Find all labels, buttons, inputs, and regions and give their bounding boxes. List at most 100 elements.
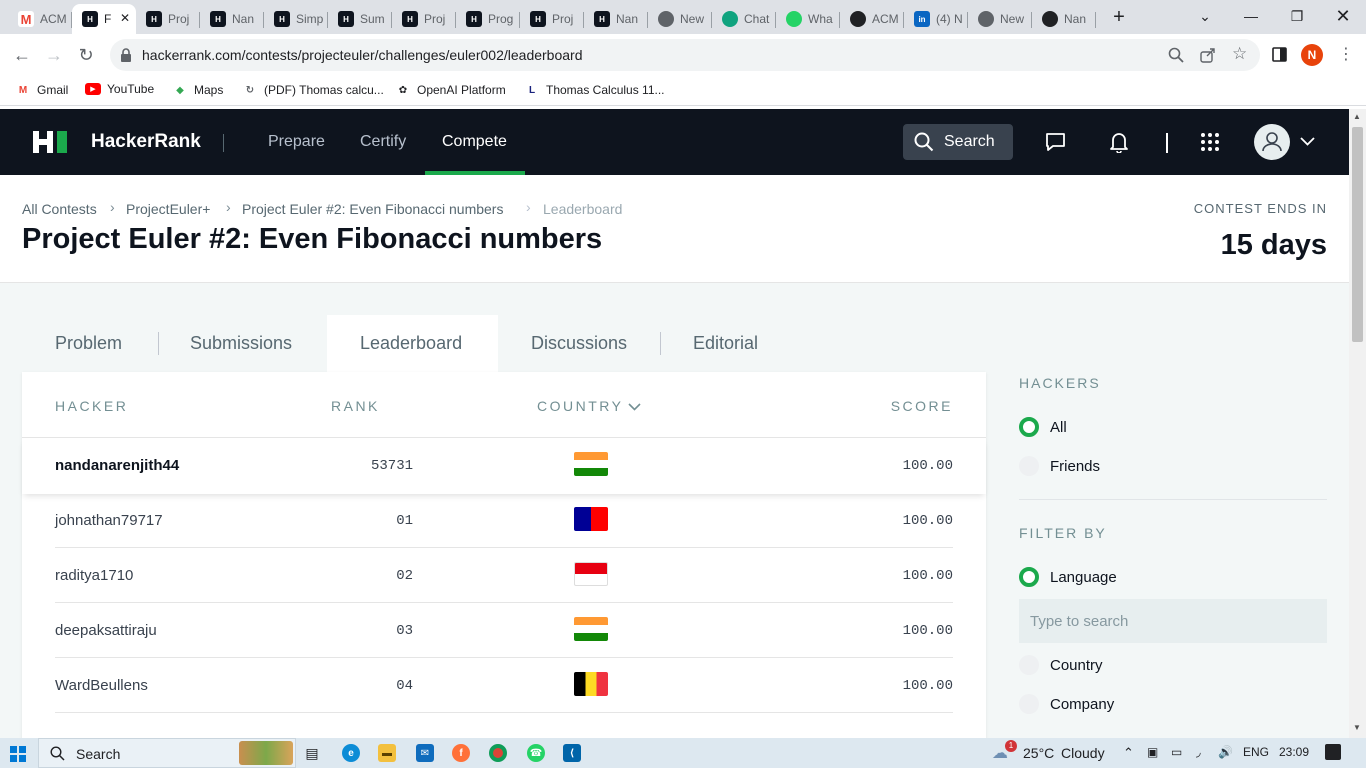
scrollbar-thumb[interactable] xyxy=(1352,127,1363,342)
weather-temperature[interactable]: 25°C xyxy=(1023,745,1054,761)
radio-country[interactable] xyxy=(1019,655,1039,675)
hacker-name-link[interactable]: deepaksattiraju xyxy=(55,622,157,639)
apps-grid-icon[interactable] xyxy=(1200,132,1220,152)
browser-tab[interactable]: Nan xyxy=(584,4,648,34)
vscode-icon[interactable]: ⟨ xyxy=(563,744,581,762)
tab-discussions[interactable]: Discussions xyxy=(531,333,627,354)
address-bar[interactable]: hackerrank.com/contests/projecteuler/cha… xyxy=(110,39,1260,71)
browser-tab[interactable]: New xyxy=(648,4,712,34)
browser-tab[interactable]: ACM xyxy=(840,4,904,34)
tab-submissions[interactable]: Submissions xyxy=(190,333,292,354)
mail-icon[interactable]: ✉ xyxy=(416,744,434,762)
browser-tab[interactable]: Proj xyxy=(392,4,456,34)
radio-all[interactable] xyxy=(1019,417,1039,437)
browser-tab[interactable]: Nan xyxy=(1032,4,1096,34)
search-button[interactable]: Search xyxy=(903,124,1013,160)
breadcrumb-projecteuler[interactable]: ProjectEuler+ xyxy=(126,201,210,217)
back-button[interactable]: ← xyxy=(8,41,36,69)
hacker-name-link[interactable]: johnathan79717 xyxy=(55,512,163,529)
browser-tab[interactable]: Sum xyxy=(328,4,392,34)
radio-friends-label[interactable]: Friends xyxy=(1050,458,1100,475)
chrome-icon[interactable] xyxy=(489,744,507,762)
scroll-down-arrow-icon[interactable]: ▼ xyxy=(1353,723,1361,732)
nav-prepare[interactable]: Prepare xyxy=(268,133,325,151)
browser-tab[interactable]: New xyxy=(968,4,1032,34)
url-text[interactable]: hackerrank.com/contests/projecteuler/cha… xyxy=(142,47,582,63)
browser-tab[interactable]: M ACM xyxy=(8,4,72,34)
hacker-name-link[interactable]: nandanarenjith44 xyxy=(55,457,179,474)
browser-tab[interactable]: Nan xyxy=(200,4,264,34)
user-menu-chevron-icon[interactable] xyxy=(1300,137,1315,146)
close-window-button[interactable]: ✕ xyxy=(1320,0,1366,32)
forward-button[interactable]: → xyxy=(40,41,68,69)
bookmark-openai[interactable]: ✿ OpenAI Platform xyxy=(395,82,506,98)
notifications-bell-icon[interactable] xyxy=(1109,131,1129,153)
browser-tab[interactable]: Chat xyxy=(712,4,776,34)
radio-all-label[interactable]: All xyxy=(1050,419,1067,436)
column-header-country[interactable]: COUNTRY xyxy=(537,398,641,414)
radio-company[interactable] xyxy=(1019,694,1039,714)
meet-now-icon[interactable]: ▣ xyxy=(1147,745,1158,759)
bookmark-thomas-calculus[interactable]: L Thomas Calculus 11... xyxy=(524,82,665,98)
lock-icon[interactable] xyxy=(120,48,132,62)
browser-tab[interactable]: F✕ xyxy=(72,4,136,34)
browser-tab[interactable]: Simp xyxy=(264,4,328,34)
input-language[interactable]: ENG xyxy=(1243,745,1269,759)
radio-language[interactable] xyxy=(1019,567,1039,587)
tab-editorial[interactable]: Editorial xyxy=(693,333,758,354)
browser-tab[interactable]: Proj xyxy=(136,4,200,34)
profile-avatar[interactable]: N xyxy=(1301,44,1323,66)
bookmark-youtube[interactable]: ▶ YouTube xyxy=(85,82,154,96)
tab-leaderboard[interactable]: Leaderboard xyxy=(360,333,462,354)
side-panel-icon[interactable] xyxy=(1272,47,1287,62)
firefox-icon[interactable]: f xyxy=(452,744,470,762)
browser-tab[interactable]: Prog xyxy=(456,4,520,34)
page-scrollbar[interactable]: ▲ ▼ xyxy=(1349,109,1366,738)
radio-friends[interactable] xyxy=(1019,456,1039,476)
tab-problem[interactable]: Problem xyxy=(55,333,122,354)
taskbar-search-box[interactable]: Search xyxy=(38,738,296,768)
battery-icon[interactable]: ▭ xyxy=(1171,745,1182,759)
zoom-icon[interactable] xyxy=(1168,47,1184,63)
browser-tab[interactable]: Proj xyxy=(520,4,584,34)
user-avatar[interactable] xyxy=(1254,124,1290,160)
whatsapp-icon[interactable]: ☎ xyxy=(527,744,545,762)
brand-name[interactable]: HackerRank xyxy=(91,131,201,153)
radio-language-label[interactable]: Language xyxy=(1050,569,1117,586)
reload-button[interactable]: ↻ xyxy=(72,41,100,69)
browser-tab[interactable]: in (4) N xyxy=(904,4,968,34)
task-view-icon[interactable]: ▤ xyxy=(303,744,321,762)
minimize-button[interactable]: — xyxy=(1228,0,1274,32)
scroll-up-arrow-icon[interactable]: ▲ xyxy=(1353,112,1361,121)
bookmark-maps[interactable]: ◆ Maps xyxy=(172,82,223,98)
nav-certify[interactable]: Certify xyxy=(360,133,406,151)
volume-icon[interactable]: 🔊 xyxy=(1218,745,1233,759)
browser-tab[interactable]: Wha xyxy=(776,4,840,34)
new-tab-button[interactable]: + xyxy=(1108,6,1130,28)
close-tab-icon[interactable]: ✕ xyxy=(120,11,130,25)
maximize-button[interactable]: ❐ xyxy=(1274,0,1320,32)
hackerrank-logo-icon[interactable] xyxy=(33,131,67,153)
notifications-icon[interactable] xyxy=(1325,744,1341,760)
bookmark-star-icon[interactable]: ☆ xyxy=(1232,44,1247,64)
breadcrumb-all-contests[interactable]: All Contests xyxy=(22,201,97,217)
tab-search-button[interactable]: ⌄ xyxy=(1182,0,1228,32)
bookmark-gmail[interactable]: M Gmail xyxy=(15,82,69,98)
language-search-input[interactable] xyxy=(1019,599,1327,643)
bookmark-thomas-pdf[interactable]: ↻ (PDF) Thomas calcu... xyxy=(242,82,384,98)
breadcrumb-challenge[interactable]: Project Euler #2: Even Fibonacci numbers xyxy=(242,201,503,217)
hacker-name-link[interactable]: raditya1710 xyxy=(55,567,133,584)
hacker-name-link[interactable]: WardBeullens xyxy=(55,677,148,694)
radio-country-label[interactable]: Country xyxy=(1050,657,1103,674)
nav-compete[interactable]: Compete xyxy=(442,133,507,151)
wifi-icon[interactable]: ◞ xyxy=(1196,745,1201,759)
file-explorer-icon[interactable]: ▬ xyxy=(378,744,396,762)
windows-start-icon[interactable] xyxy=(10,746,26,762)
radio-company-label[interactable]: Company xyxy=(1050,696,1114,713)
edge-icon[interactable]: e xyxy=(342,744,360,762)
browser-menu-icon[interactable]: ⋮ xyxy=(1338,44,1354,64)
weather-condition[interactable]: Cloudy xyxy=(1061,745,1105,761)
messages-icon[interactable] xyxy=(1045,132,1066,152)
show-hidden-icons-chevron-icon[interactable]: ⌃ xyxy=(1123,745,1134,761)
share-icon[interactable] xyxy=(1200,47,1216,63)
